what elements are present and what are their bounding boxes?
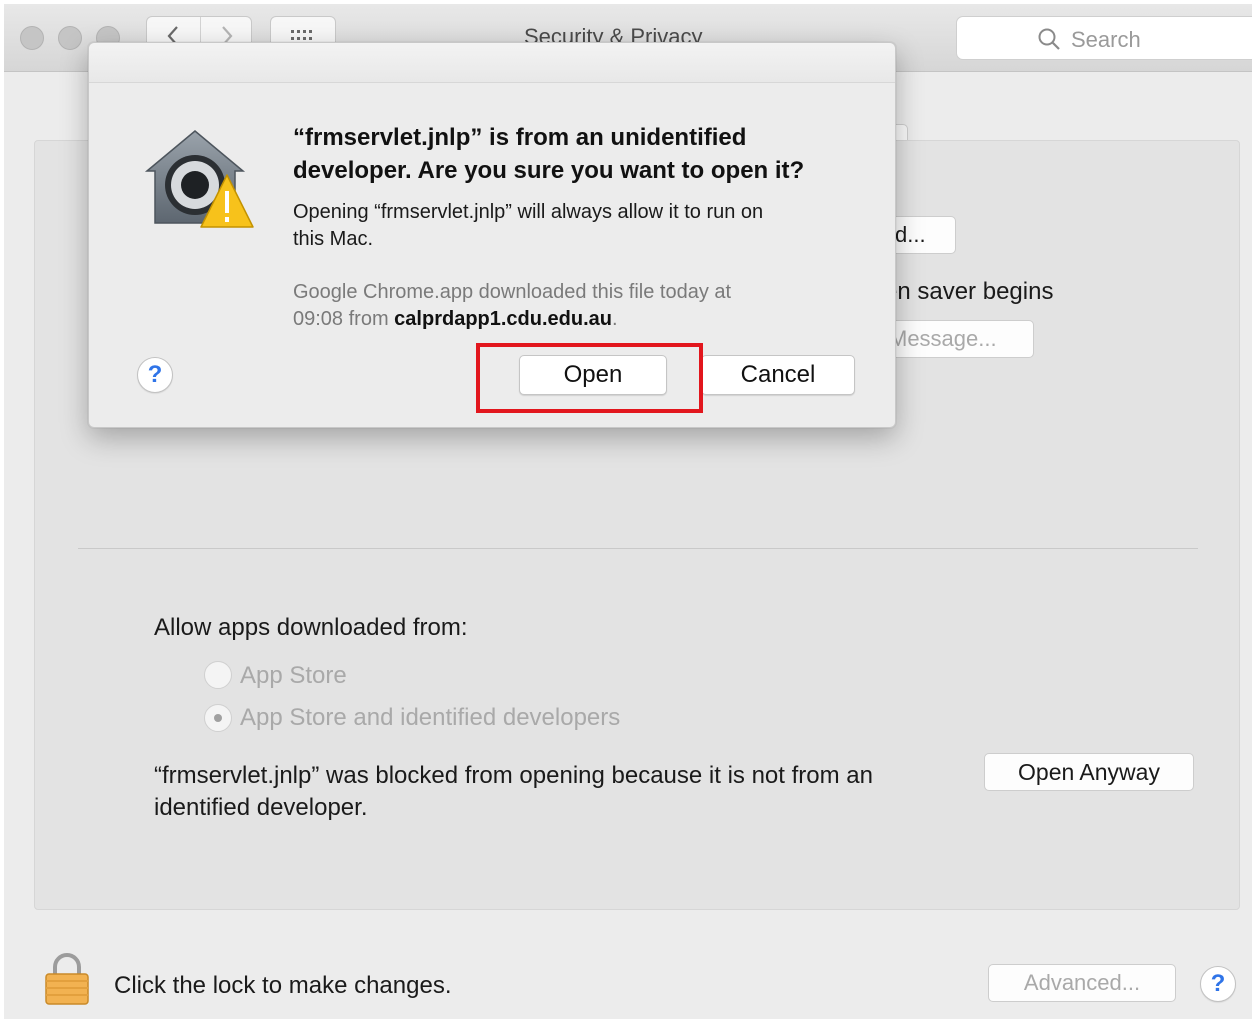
help-button[interactable]: ? (1200, 966, 1236, 1002)
open-button-highlight (476, 343, 703, 413)
section-divider (78, 548, 1198, 549)
dialog-top-bar (89, 43, 895, 83)
radio-selected-dot (214, 714, 222, 722)
blocked-message-line1: “frmservlet.jnlp” was blocked from openi… (154, 762, 873, 789)
set-lock-message-button[interactable]: Message... (884, 320, 1034, 358)
search-placeholder: Search (1071, 27, 1141, 52)
help-icon: ? (1210, 970, 1226, 997)
radio-app-store[interactable] (204, 661, 232, 689)
radio-app-store-label: App Store (240, 662, 347, 689)
screen-saver-label: en saver begins (884, 278, 1054, 305)
dialog-title-line1: “frmservlet.jnlp” is from an unidentifie… (293, 124, 747, 151)
close-window-button[interactable] (20, 26, 44, 50)
radio-identified-developers-label: App Store and identified developers (240, 704, 621, 731)
radio-identified-developers[interactable] (204, 704, 232, 732)
open-anyway-button[interactable]: Open Anyway (984, 753, 1194, 791)
lock-button[interactable] (44, 952, 90, 1011)
dialog-message-line2: this Mac. (293, 228, 374, 250)
dialog-info-line2: 09:08 from calprdapp1.cdu.edu.au. (293, 306, 873, 333)
dialog-info-suffix: . (612, 308, 618, 330)
advanced-button[interactable]: Advanced... (988, 964, 1176, 1002)
dialog-title-line2: developer. Are you sure you want to open… (293, 157, 805, 184)
dialog-message: Opening “frmservlet.jnlp” will always al… (293, 199, 873, 253)
dialog-download-info: Google Chrome.app downloaded this file t… (293, 279, 873, 333)
blocked-message-line2: identified developer. (154, 794, 368, 821)
lock-message: Click the lock to make changes. (114, 972, 452, 999)
dialog-help-icon: ? (147, 361, 163, 388)
dialog-title: “frmservlet.jnlp” is from an unidentifie… (293, 121, 873, 187)
dialog-help-button[interactable]: ? (137, 357, 173, 393)
gatekeeper-icon (139, 123, 255, 236)
dialog-info-prefix: 09:08 from (293, 308, 395, 330)
lock-icon (45, 953, 89, 1005)
minimize-window-button[interactable] (58, 26, 82, 50)
system-preferences-window: Security & Privacy Search d... en saver … (4, 4, 1252, 1019)
allow-apps-label: Allow apps downloaded from: (154, 614, 468, 641)
dialog-info-line1: Google Chrome.app downloaded this file t… (293, 281, 732, 303)
search-input[interactable]: Search (956, 16, 1252, 60)
cancel-button[interactable]: Cancel (701, 355, 855, 395)
dialog-message-line1: Opening “frmservlet.jnlp” will always al… (293, 201, 764, 223)
search-icon (1038, 28, 1060, 50)
download-host: calprdapp1.cdu.edu.au (394, 308, 612, 330)
